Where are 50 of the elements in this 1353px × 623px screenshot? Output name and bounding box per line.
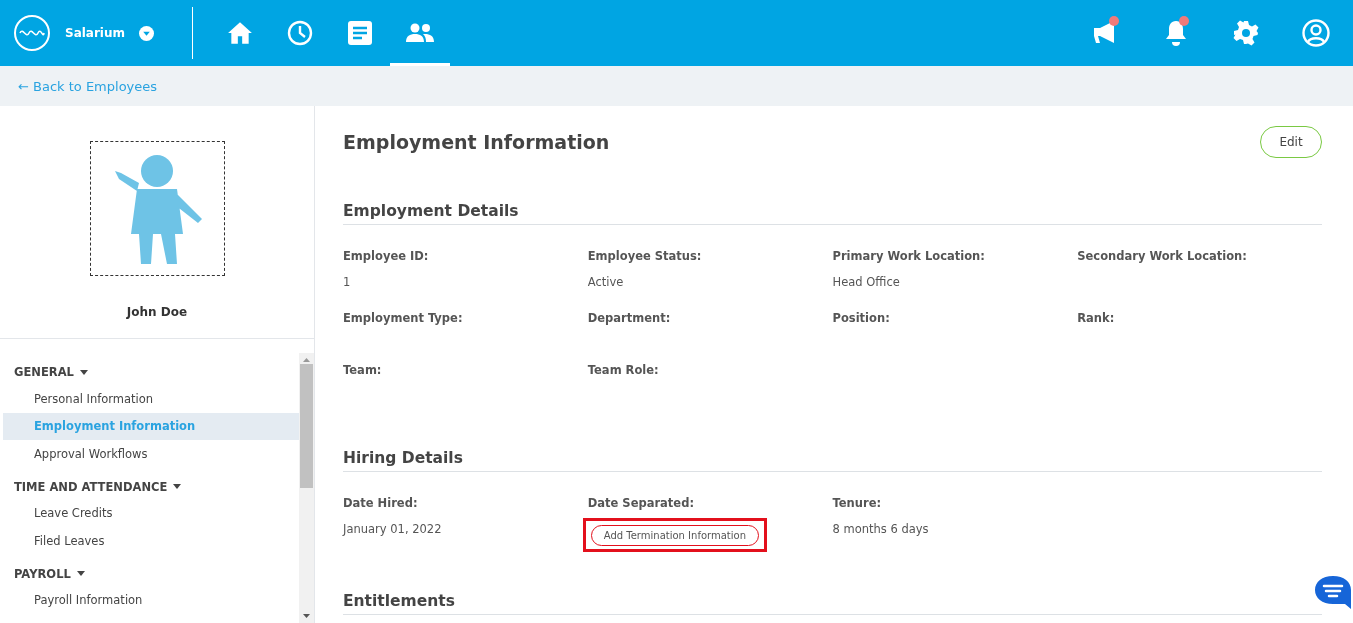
sidebar-item[interactable]: Approval Workflows bbox=[3, 440, 299, 468]
field-value: January 01, 2022 bbox=[343, 522, 443, 536]
user-icon[interactable] bbox=[1302, 19, 1330, 47]
field-label: Secondary Work Location: bbox=[1077, 249, 1248, 263]
field-label: Rank: bbox=[1077, 311, 1116, 325]
field-label: Position: bbox=[832, 311, 891, 325]
chat-icon[interactable] bbox=[1313, 574, 1353, 610]
field-value: Head Office bbox=[832, 275, 901, 289]
field-label: Date Hired: bbox=[343, 496, 419, 510]
sidebar-item[interactable]: Filed Leaves bbox=[3, 527, 299, 555]
field-label: Employee Status: bbox=[587, 249, 703, 263]
employee-name: John Doe bbox=[126, 305, 188, 319]
section-header[interactable]: GENERAL bbox=[14, 365, 74, 379]
bell-icon[interactable] bbox=[1164, 20, 1188, 46]
section-header[interactable]: PAYROLL bbox=[14, 566, 71, 581]
field-label: Team Role: bbox=[587, 363, 660, 377]
field-label: Employment Type: bbox=[343, 311, 464, 325]
field-label: Tenure: bbox=[832, 496, 883, 510]
company-name: Salarium bbox=[65, 26, 126, 40]
edit-button[interactable]: Edit bbox=[1260, 126, 1322, 158]
dropdown-icon[interactable] bbox=[139, 25, 155, 41]
section-title: Entitlements bbox=[343, 592, 1322, 615]
field-value: 1 bbox=[343, 275, 352, 289]
sidebar-item[interactable]: Leave Credits bbox=[3, 499, 299, 527]
add-termination-button[interactable]: Add Termination Information bbox=[590, 525, 759, 546]
scroll-up-icon[interactable] bbox=[303, 358, 310, 362]
field-label: Date Separated: bbox=[587, 496, 695, 510]
field-label: Employee ID: bbox=[343, 249, 430, 263]
sidebar-item[interactable]: Personal Information bbox=[3, 385, 299, 413]
caret-icon[interactable] bbox=[173, 484, 182, 489]
section-title: Employment Details bbox=[343, 202, 1322, 225]
caret-icon[interactable] bbox=[76, 571, 85, 576]
field-value: Active bbox=[587, 275, 625, 289]
people-icon bbox=[406, 23, 435, 43]
section-header[interactable]: TIME AND ATTENDANCE bbox=[14, 479, 168, 494]
logo-icon bbox=[14, 15, 50, 51]
field-label: Department: bbox=[587, 311, 672, 325]
document-icon bbox=[347, 20, 374, 46]
section-title: Hiring Details bbox=[343, 449, 1322, 472]
page-title: Employment Information bbox=[343, 131, 610, 153]
sidebar-item[interactable]: Payroll Information bbox=[3, 586, 299, 614]
field-label: Primary Work Location: bbox=[832, 249, 986, 263]
scrollbar[interactable] bbox=[299, 353, 314, 623]
clock-icon bbox=[287, 20, 314, 46]
home-icon bbox=[227, 21, 254, 45]
settings-icon[interactable] bbox=[1233, 20, 1259, 46]
scroll-down-icon[interactable] bbox=[303, 614, 310, 618]
field-value: 8 months 6 days bbox=[832, 522, 930, 536]
field-label: Team: bbox=[343, 363, 383, 377]
caret-icon[interactable] bbox=[79, 369, 88, 375]
